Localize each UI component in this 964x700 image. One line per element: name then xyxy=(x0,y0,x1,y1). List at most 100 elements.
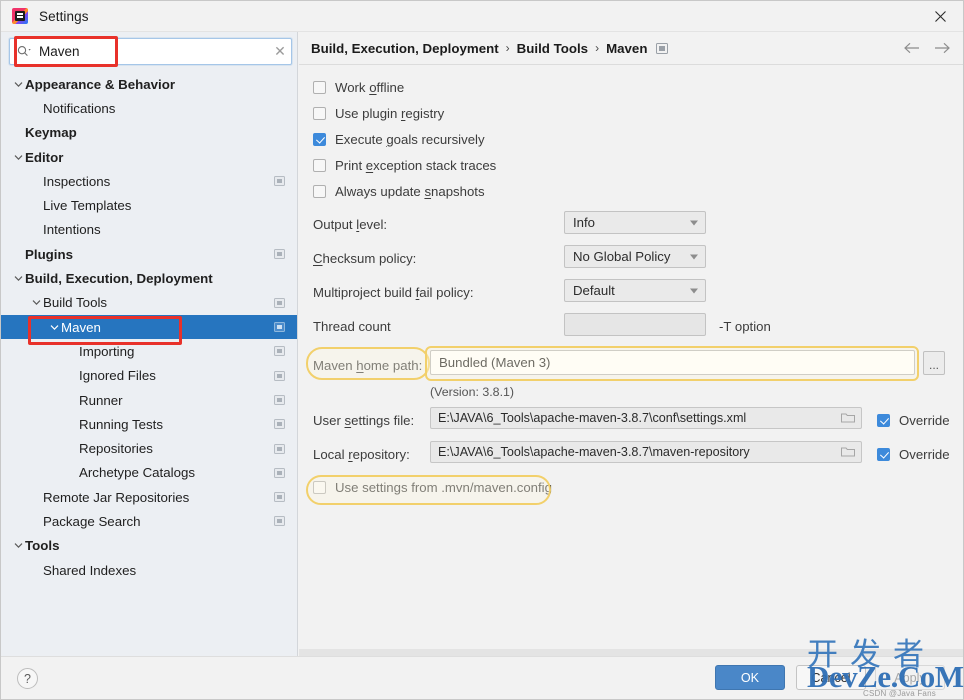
checkbox-box[interactable] xyxy=(313,481,326,494)
project-scope-icon xyxy=(274,516,285,527)
settings-tree[interactable]: Appearance & Behavior Notifications Keymap… xyxy=(1,72,297,655)
project-scope-icon xyxy=(274,176,285,187)
sidebar-item-ignored-files[interactable]: Ignored Files xyxy=(1,364,297,388)
sidebar-item-label: Intentions xyxy=(43,222,101,238)
ok-button[interactable]: OK xyxy=(715,665,785,690)
search-input[interactable] xyxy=(39,40,269,63)
thread-count-input[interactable] xyxy=(564,313,706,336)
checkbox-use-mvn-maven-config[interactable]: Use settings from .mvn/maven.config xyxy=(313,480,552,495)
sidebar-item-build-execution-deployment[interactable]: Build, Execution, Deployment xyxy=(1,266,297,290)
local-repository-label-row: Local repository: xyxy=(313,447,410,462)
navigation-buttons xyxy=(903,42,951,55)
chevron-down-icon[interactable] xyxy=(47,324,61,331)
breadcrumb-part-1[interactable]: Build Tools xyxy=(517,41,588,56)
sidebar-item-label: Build Tools xyxy=(43,295,108,311)
breadcrumb-part-0[interactable]: Build, Execution, Deployment xyxy=(311,41,499,56)
search-box[interactable]: ✕ xyxy=(9,38,292,65)
local-repository-input[interactable]: E:\JAVA\6_Tools\apache-maven-3.8.7\maven… xyxy=(430,441,862,463)
checkbox-box[interactable] xyxy=(313,159,326,172)
cancel-button[interactable]: Cancel xyxy=(796,665,866,690)
checkbox-use-plugin-registry[interactable]: Use plugin registry xyxy=(313,106,444,121)
checkbox-override-local-repository[interactable]: Override xyxy=(877,447,950,462)
sidebar-item-editor[interactable]: Editor xyxy=(1,145,297,169)
checkbox-override-user-settings[interactable]: Override xyxy=(877,413,950,428)
sidebar-item-plugins[interactable]: Plugins xyxy=(1,242,297,266)
sidebar-item-archetype-catalogs[interactable]: Archetype Catalogs xyxy=(1,461,297,485)
checksum-policy-dropdown[interactable]: No Global Policy xyxy=(564,245,706,268)
checkbox-label: Override xyxy=(899,447,950,462)
maven-settings-form: Work offline Use plugin registry Execute… xyxy=(299,65,963,655)
checksum-policy-label-row: Checksum policy: xyxy=(313,251,416,266)
multiproject-fail-policy-label: Multiproject build fail policy: xyxy=(313,285,474,300)
chevron-down-icon[interactable] xyxy=(11,542,25,549)
breadcrumb: Build, Execution, Deployment › Build Too… xyxy=(299,32,963,65)
sidebar-item-label: Live Templates xyxy=(43,198,132,214)
sidebar-item-notifications[interactable]: Notifications xyxy=(1,96,297,120)
sidebar-item-live-templates[interactable]: Live Templates xyxy=(1,193,297,217)
sidebar-item-remote-jar-repositories[interactable]: Remote Jar Repositories xyxy=(1,485,297,509)
checkbox-label: Print exception stack traces xyxy=(335,158,497,173)
sidebar-item-intentions[interactable]: Intentions xyxy=(1,218,297,242)
user-settings-file-input[interactable]: E:\JAVA\6_Tools\apache-maven-3.8.7\conf\… xyxy=(430,407,862,429)
checkbox-box[interactable] xyxy=(877,448,890,461)
checkbox-label: Use plugin registry xyxy=(335,106,445,121)
multiproject-fail-policy-dropdown[interactable]: Default xyxy=(564,279,706,302)
chevron-down-icon[interactable] xyxy=(29,299,43,306)
chevron-down-icon xyxy=(690,288,698,293)
checkbox-box[interactable] xyxy=(313,107,326,120)
chevron-down-icon[interactable] xyxy=(11,154,25,161)
checksum-policy-label: Checksum policy: xyxy=(313,251,417,266)
checkbox-box[interactable] xyxy=(313,81,326,94)
output-level-dropdown[interactable]: Info xyxy=(564,211,706,234)
chevron-down-icon[interactable] xyxy=(11,275,25,282)
maven-home-browse-button[interactable]: ... xyxy=(923,351,945,375)
sidebar-item-build-tools[interactable]: Build Tools xyxy=(1,291,297,315)
checkbox-label: Work offline xyxy=(335,80,405,95)
breadcrumb-part-2[interactable]: Maven xyxy=(606,41,647,56)
sidebar-item-importing[interactable]: Importing xyxy=(1,339,297,363)
sidebar-item-appearance-behavior[interactable]: Appearance & Behavior xyxy=(1,72,297,96)
user-settings-file-value: E:\JAVA\6_Tools\apache-maven-3.8.7\conf\… xyxy=(438,411,747,425)
maven-home-path-dropdown[interactable]: Bundled (Maven 3) xyxy=(430,350,915,375)
sidebar-item-tools[interactable]: Tools xyxy=(1,534,297,558)
thread-count-label: Thread count xyxy=(313,319,391,334)
chevron-down-icon xyxy=(690,254,698,259)
close-icon[interactable] xyxy=(917,1,963,31)
sidebar-item-running-tests[interactable]: Running Tests xyxy=(1,412,297,436)
project-scope-icon xyxy=(274,249,285,260)
checkbox-execute-goals-recursively[interactable]: Execute goals recursively xyxy=(313,132,485,147)
settings-sidebar: ✕ Appearance & Behavior Notifications Keym… xyxy=(1,32,298,656)
sidebar-item-runner[interactable]: Runner xyxy=(1,388,297,412)
user-settings-file-label-row: User settings file: xyxy=(313,413,414,428)
checkbox-box[interactable] xyxy=(877,414,890,427)
checkbox-box[interactable] xyxy=(313,185,326,198)
checkbox-box[interactable] xyxy=(313,133,326,146)
sidebar-item-shared-indexes[interactable]: Shared Indexes xyxy=(1,558,297,582)
breadcrumb-separator: › xyxy=(595,41,600,55)
apply-button[interactable]: Apply xyxy=(875,665,945,690)
sidebar-item-label: Inspections xyxy=(43,173,111,189)
folder-icon[interactable] xyxy=(841,447,855,458)
arrow-right-icon[interactable] xyxy=(934,42,951,55)
output-level-label-row: Output level: xyxy=(313,217,387,232)
title-bar: Settings xyxy=(1,1,963,32)
search-icon xyxy=(17,45,37,58)
output-level-label: Output level: xyxy=(313,217,388,232)
checkbox-always-update-snapshots[interactable]: Always update snapshots xyxy=(313,184,485,199)
help-button[interactable]: ? xyxy=(17,668,38,689)
chevron-down-icon[interactable] xyxy=(11,81,25,88)
clear-search-icon[interactable]: ✕ xyxy=(269,43,291,60)
maven-home-path-label: Maven home path: xyxy=(313,358,423,373)
arrow-left-icon[interactable] xyxy=(903,42,920,55)
sidebar-item-maven[interactable]: Maven xyxy=(1,314,297,340)
sidebar-item-package-search[interactable]: Package Search xyxy=(1,509,297,533)
local-repository-value: E:\JAVA\6_Tools\apache-maven-3.8.7\maven… xyxy=(438,445,750,459)
sidebar-item-label: Running Tests xyxy=(79,416,164,432)
checkbox-work-offline[interactable]: Work offline xyxy=(313,80,404,95)
sidebar-item-repositories[interactable]: Repositories xyxy=(1,436,297,460)
folder-icon[interactable] xyxy=(841,413,855,424)
checkbox-print-exception-stack-traces[interactable]: Print exception stack traces xyxy=(313,158,496,173)
sidebar-item-inspections[interactable]: Inspections xyxy=(1,169,297,193)
sidebar-item-keymap[interactable]: Keymap xyxy=(1,121,297,145)
maven-home-path-value: Bundled (Maven 3) xyxy=(439,355,551,370)
